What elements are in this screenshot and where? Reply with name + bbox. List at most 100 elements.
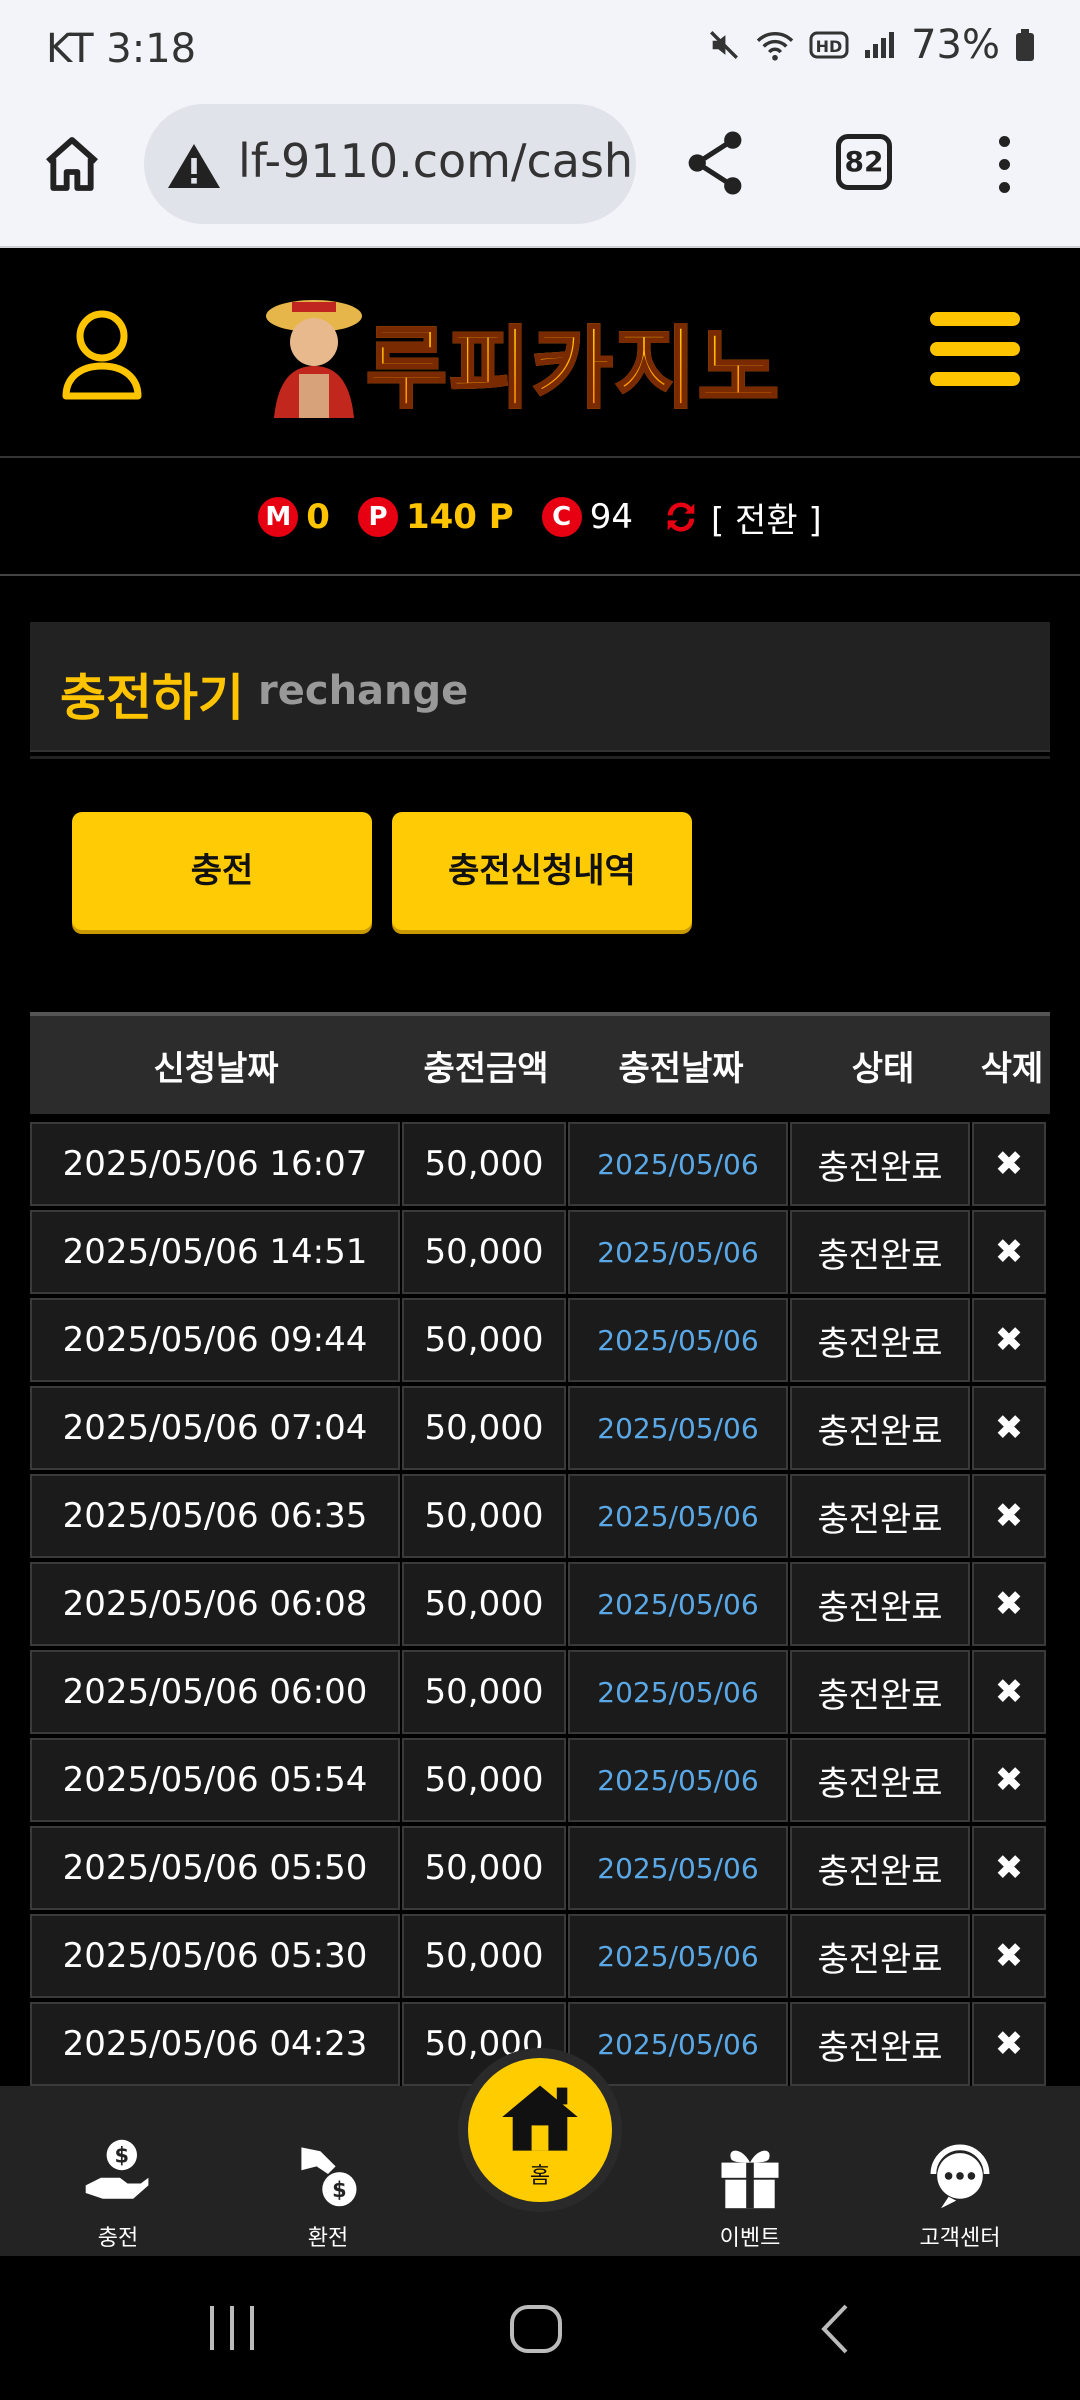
browser-home-icon[interactable] — [40, 132, 104, 196]
row-charge-date: 2025/05/06 — [568, 1826, 788, 1910]
section-divider — [30, 756, 1050, 759]
row-delete-button[interactable]: ✖ — [972, 1650, 1046, 1734]
row-amount: 50,000 — [402, 1210, 566, 1294]
row-charge-date: 2025/05/06 — [568, 1386, 788, 1470]
carrier-time: KT 3:18 — [46, 26, 197, 72]
row-charge-date: 2025/05/06 — [568, 1474, 788, 1558]
header-delete: 삭제 — [980, 1048, 1044, 1089]
row-status: 충전완료 — [790, 1738, 970, 1822]
gift-icon — [721, 2150, 779, 2209]
section-title-bar: 충전하기 rechange — [30, 622, 1050, 752]
warning-icon[interactable] — [166, 140, 222, 190]
nav-charge[interactable]: $ 충전 — [48, 2136, 188, 2252]
battery-percent: 73% — [911, 22, 1000, 68]
row-status: 충전완료 — [790, 1298, 970, 1382]
row-delete-button[interactable]: ✖ — [972, 1298, 1046, 1382]
row-request-date: 2025/05/06 06:35 — [30, 1474, 400, 1558]
charge-history-table: 신청날짜 충전금액 충전날짜 상태 삭제 2025/05/06 16:07 50,… — [30, 1012, 1050, 2088]
headset-chat-icon — [930, 2144, 990, 2209]
row-delete-button[interactable]: ✖ — [972, 1386, 1046, 1470]
logo-character-icon — [266, 300, 362, 418]
row-amount: 50,000 — [402, 1914, 566, 1998]
share-icon[interactable] — [684, 130, 746, 196]
row-delete-button[interactable]: ✖ — [972, 1474, 1046, 1558]
nav-charge-label[interactable]: 충전 — [98, 2226, 138, 2251]
row-delete-button[interactable]: ✖ — [972, 1122, 1046, 1206]
row-charge-date: 2025/05/06 — [568, 1914, 788, 1998]
row-amount: 50,000 — [402, 1122, 566, 1206]
hamburger-menu-icon[interactable] — [930, 312, 1020, 402]
tab-count-button[interactable]: 82 — [836, 134, 892, 190]
site-logo[interactable]: 루피카지노 — [254, 288, 834, 422]
row-charge-date: 2025/05/06 — [568, 1738, 788, 1822]
money-balance: M 0 — [258, 497, 330, 537]
nav-home-label[interactable]: 홈 — [468, 2158, 612, 2190]
status-bar: KT 3:18 HD 73% — [0, 0, 1080, 100]
charge-button[interactable]: 충전 — [72, 812, 372, 930]
page-title: 충전하기 — [60, 669, 244, 727]
home-nav-icon[interactable] — [508, 2304, 564, 2354]
site-header: 루피카지노 — [0, 250, 1080, 458]
row-status: 충전완료 — [790, 1210, 970, 1294]
row-status: 충전완료 — [790, 1474, 970, 1558]
row-amount: 50,000 — [402, 1650, 566, 1734]
row-request-date: 2025/05/06 06:08 — [30, 1562, 400, 1646]
header-amount: 충전금액 — [423, 1048, 549, 1089]
status-icons: HD 73% — [707, 22, 1036, 68]
coin-balance: C 94 — [541, 497, 633, 537]
row-delete-button[interactable]: ✖ — [972, 2002, 1046, 2086]
row-charge-date: 2025/05/06 — [568, 1650, 788, 1734]
android-nav-bar — [0, 2256, 1080, 2400]
convert-button[interactable]: [ 전환 ] — [661, 493, 822, 542]
charge-history-button[interactable]: 충전신청내역 — [392, 812, 692, 930]
nav-event[interactable]: 이벤트 — [680, 2136, 820, 2252]
row-status: 충전완료 — [790, 1650, 970, 1734]
nav-exchange[interactable]: $ 환전 — [258, 2136, 398, 2252]
row-delete-button[interactable]: ✖ — [972, 1738, 1046, 1822]
user-icon[interactable] — [60, 306, 144, 402]
nav-event-label[interactable]: 이벤트 — [720, 2226, 781, 2251]
row-status: 충전완료 — [790, 2002, 970, 2086]
svg-text:$: $ — [115, 2144, 130, 2168]
nav-support-label[interactable]: 고객센터 — [920, 2226, 1001, 2251]
row-status: 충전완료 — [790, 1386, 970, 1470]
row-status: 충전완료 — [790, 1914, 970, 1998]
table-row: 2025/05/06 09:44 50,000 2025/05/06 충전완료 ✖ — [30, 1296, 1050, 1384]
row-request-date: 2025/05/06 14:51 — [30, 1210, 400, 1294]
browser-menu-icon[interactable] — [994, 136, 1014, 205]
row-delete-button[interactable]: ✖ — [972, 1210, 1046, 1294]
coin-badge: C — [541, 497, 582, 537]
app-root: KT 3:18 HD 73% lf-9110.com/cash_ 82 루피카지… — [0, 0, 1080, 2400]
browser-toolbar: lf-9110.com/cash_ 82 — [0, 100, 1080, 248]
row-charge-date: 2025/05/06 — [568, 1562, 788, 1646]
table-row: 2025/05/06 14:51 50,000 2025/05/06 충전완료 ✖ — [30, 1208, 1050, 1296]
row-request-date: 2025/05/06 16:07 — [30, 1122, 400, 1206]
row-delete-button[interactable]: ✖ — [972, 1914, 1046, 1998]
nav-support[interactable]: 고객센터 — [890, 2136, 1030, 2252]
nav-home-button[interactable]: 홈 — [458, 2048, 622, 2212]
svg-text:$: $ — [332, 2178, 347, 2202]
table-row: 2025/05/06 06:00 50,000 2025/05/06 충전완료 ✖ — [30, 1648, 1050, 1736]
row-delete-button[interactable]: ✖ — [972, 1826, 1046, 1910]
row-amount: 50,000 — [402, 1386, 566, 1470]
row-status: 충전완료 — [790, 1122, 970, 1206]
table-row: 2025/05/06 07:04 50,000 2025/05/06 충전완료 ✖ — [30, 1384, 1050, 1472]
url-bar[interactable]: lf-9110.com/cash_ — [144, 104, 636, 224]
refresh-icon[interactable] — [661, 497, 701, 537]
table-row: 2025/05/06 16:07 50,000 2025/05/06 충전완료 ✖ — [30, 1120, 1050, 1208]
nav-exchange-label[interactable]: 환전 — [308, 2226, 348, 2251]
row-delete-button[interactable]: ✖ — [972, 1562, 1046, 1646]
url-text[interactable]: lf-9110.com/cash_ — [238, 134, 636, 188]
page-subtitle: rechange — [258, 668, 469, 714]
point-balance: P 140 P — [357, 497, 514, 537]
logo-text: 루피카지노 — [365, 298, 781, 425]
row-request-date: 2025/05/06 04:23 — [30, 2002, 400, 2086]
recent-apps-icon[interactable] — [204, 2304, 260, 2352]
row-amount: 50,000 — [402, 1562, 566, 1646]
battery-icon — [1016, 29, 1034, 61]
row-charge-date: 2025/05/06 — [568, 1122, 788, 1206]
convert-label[interactable]: [ 전환 ] — [711, 493, 822, 542]
header-charge-date: 충전날짜 — [618, 1048, 744, 1089]
row-status: 충전완료 — [790, 1562, 970, 1646]
back-nav-icon[interactable] — [816, 2302, 856, 2356]
